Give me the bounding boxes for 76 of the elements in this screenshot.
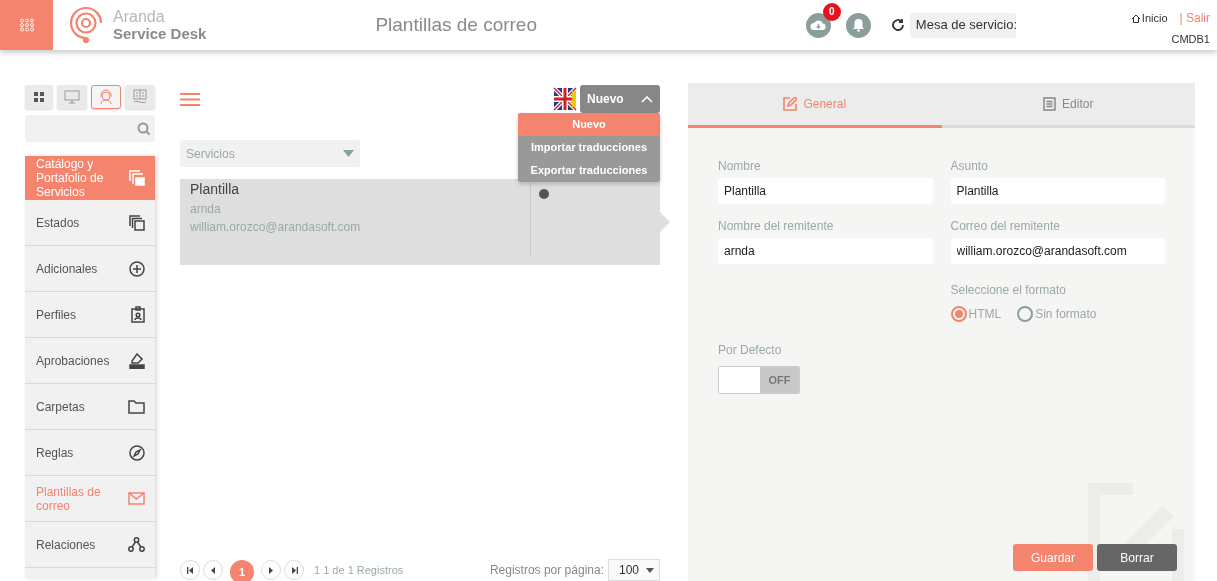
sidebar-search-field[interactable] [25, 115, 155, 142]
pointer-arrow-icon [660, 212, 670, 232]
brand-product: Service Desk [113, 25, 207, 42]
radio-button[interactable] [1017, 306, 1034, 322]
field-label: Nombre del remitente [718, 218, 835, 232]
apps-menu-button[interactable] [0, 0, 53, 50]
user-name: CMDB1 [1171, 32, 1210, 47]
chevron-up-icon [641, 95, 653, 103]
sidebar-item[interactable]: Perfiles [25, 292, 155, 338]
field-label: Asunto [950, 158, 989, 172]
compass-icon [129, 444, 145, 461]
download-button[interactable] [805, 12, 831, 38]
per-page-label: Registros por página: [489, 562, 604, 579]
sidebar-item[interactable]: Adicionales [25, 246, 155, 292]
cloud-download-icon [809, 19, 827, 31]
sidebar-item[interactable]: Reglas [25, 430, 155, 476]
records-summary: 1 1 de 1 Registros [314, 562, 404, 578]
edit-icon [783, 97, 798, 111]
sidebar-item[interactable]: Carpetas [25, 384, 155, 430]
document-icon [1043, 97, 1057, 111]
search-icon [137, 121, 151, 136]
stamp-icon [129, 352, 145, 369]
home-icon [1130, 13, 1141, 23]
sidebar-item[interactable]: Relaciones [25, 522, 155, 568]
template-name: Plantilla [190, 180, 241, 199]
field-label: Nombre [718, 158, 762, 172]
plus-circle-icon [129, 260, 145, 277]
bell-icon [851, 18, 865, 32]
text-field[interactable]: Plantilla [950, 178, 1165, 204]
field-label: Seleccione el formato [950, 282, 1067, 299]
menu-button[interactable] [180, 92, 200, 106]
page-title: Plantillas de correo [375, 12, 537, 37]
previous-page-icon [211, 566, 215, 574]
refresh-icon [890, 18, 905, 32]
radio-button[interactable] [950, 306, 967, 322]
copy-minus-icon [129, 170, 145, 186]
notification-count-badge: 0 [822, 2, 841, 21]
nodes-icon [128, 537, 145, 552]
book-icon [133, 89, 147, 105]
radio-label: Sin formato [1035, 306, 1097, 323]
new-dropdown-button[interactable]: Nuevo [580, 85, 660, 113]
radio-label: HTML [968, 306, 1002, 323]
support-agent-icon [98, 89, 114, 105]
view-tab[interactable] [25, 85, 53, 109]
delete-button[interactable]: Borrar [1097, 544, 1177, 571]
caret-down-icon [343, 150, 354, 157]
copy-icon [129, 214, 145, 231]
spiral-logo-icon [69, 6, 103, 44]
per-page-dropdown[interactable]: 100 [608, 559, 660, 581]
monitor-icon [64, 90, 80, 104]
sidebar-item[interactable]: Aprobaciones [25, 338, 155, 384]
field-label: Correo del remitente [950, 218, 1061, 232]
next-page-icon [269, 566, 273, 574]
sender-name: arnda [190, 201, 222, 218]
field-label: Por Defecto [718, 342, 783, 359]
sender-email: william.orozco@arandasoft.com [190, 219, 362, 236]
envelope-icon [128, 492, 145, 505]
text-field[interactable]: Plantilla [718, 178, 933, 204]
flag-icon[interactable] [553, 87, 577, 111]
hamburger-menu-icon [180, 92, 200, 106]
service-desk-selector[interactable]: Mesa de servicio: [909, 12, 1016, 38]
refresh-button[interactable] [890, 18, 905, 32]
text-field[interactable]: william.orozco@arandasoft.com [950, 238, 1165, 264]
notifications-button[interactable] [845, 12, 871, 38]
grid-icon [34, 92, 44, 102]
brand-name: Aranda [113, 8, 166, 25]
first-page-icon [186, 566, 194, 574]
apps-grid-icon [18, 18, 35, 32]
folder-icon [128, 399, 145, 414]
home-link[interactable]: Inicio [1130, 9, 1168, 27]
caret-down-icon [646, 567, 654, 573]
text-field[interactable]: arnda [718, 238, 933, 264]
template-list-item[interactable]: Plantilla arnda william.orozco@arandasoft.com [180, 179, 660, 265]
id-badge-icon [131, 306, 145, 323]
sidebar-item[interactable]: Estados [25, 200, 155, 246]
last-page-icon [290, 566, 298, 574]
